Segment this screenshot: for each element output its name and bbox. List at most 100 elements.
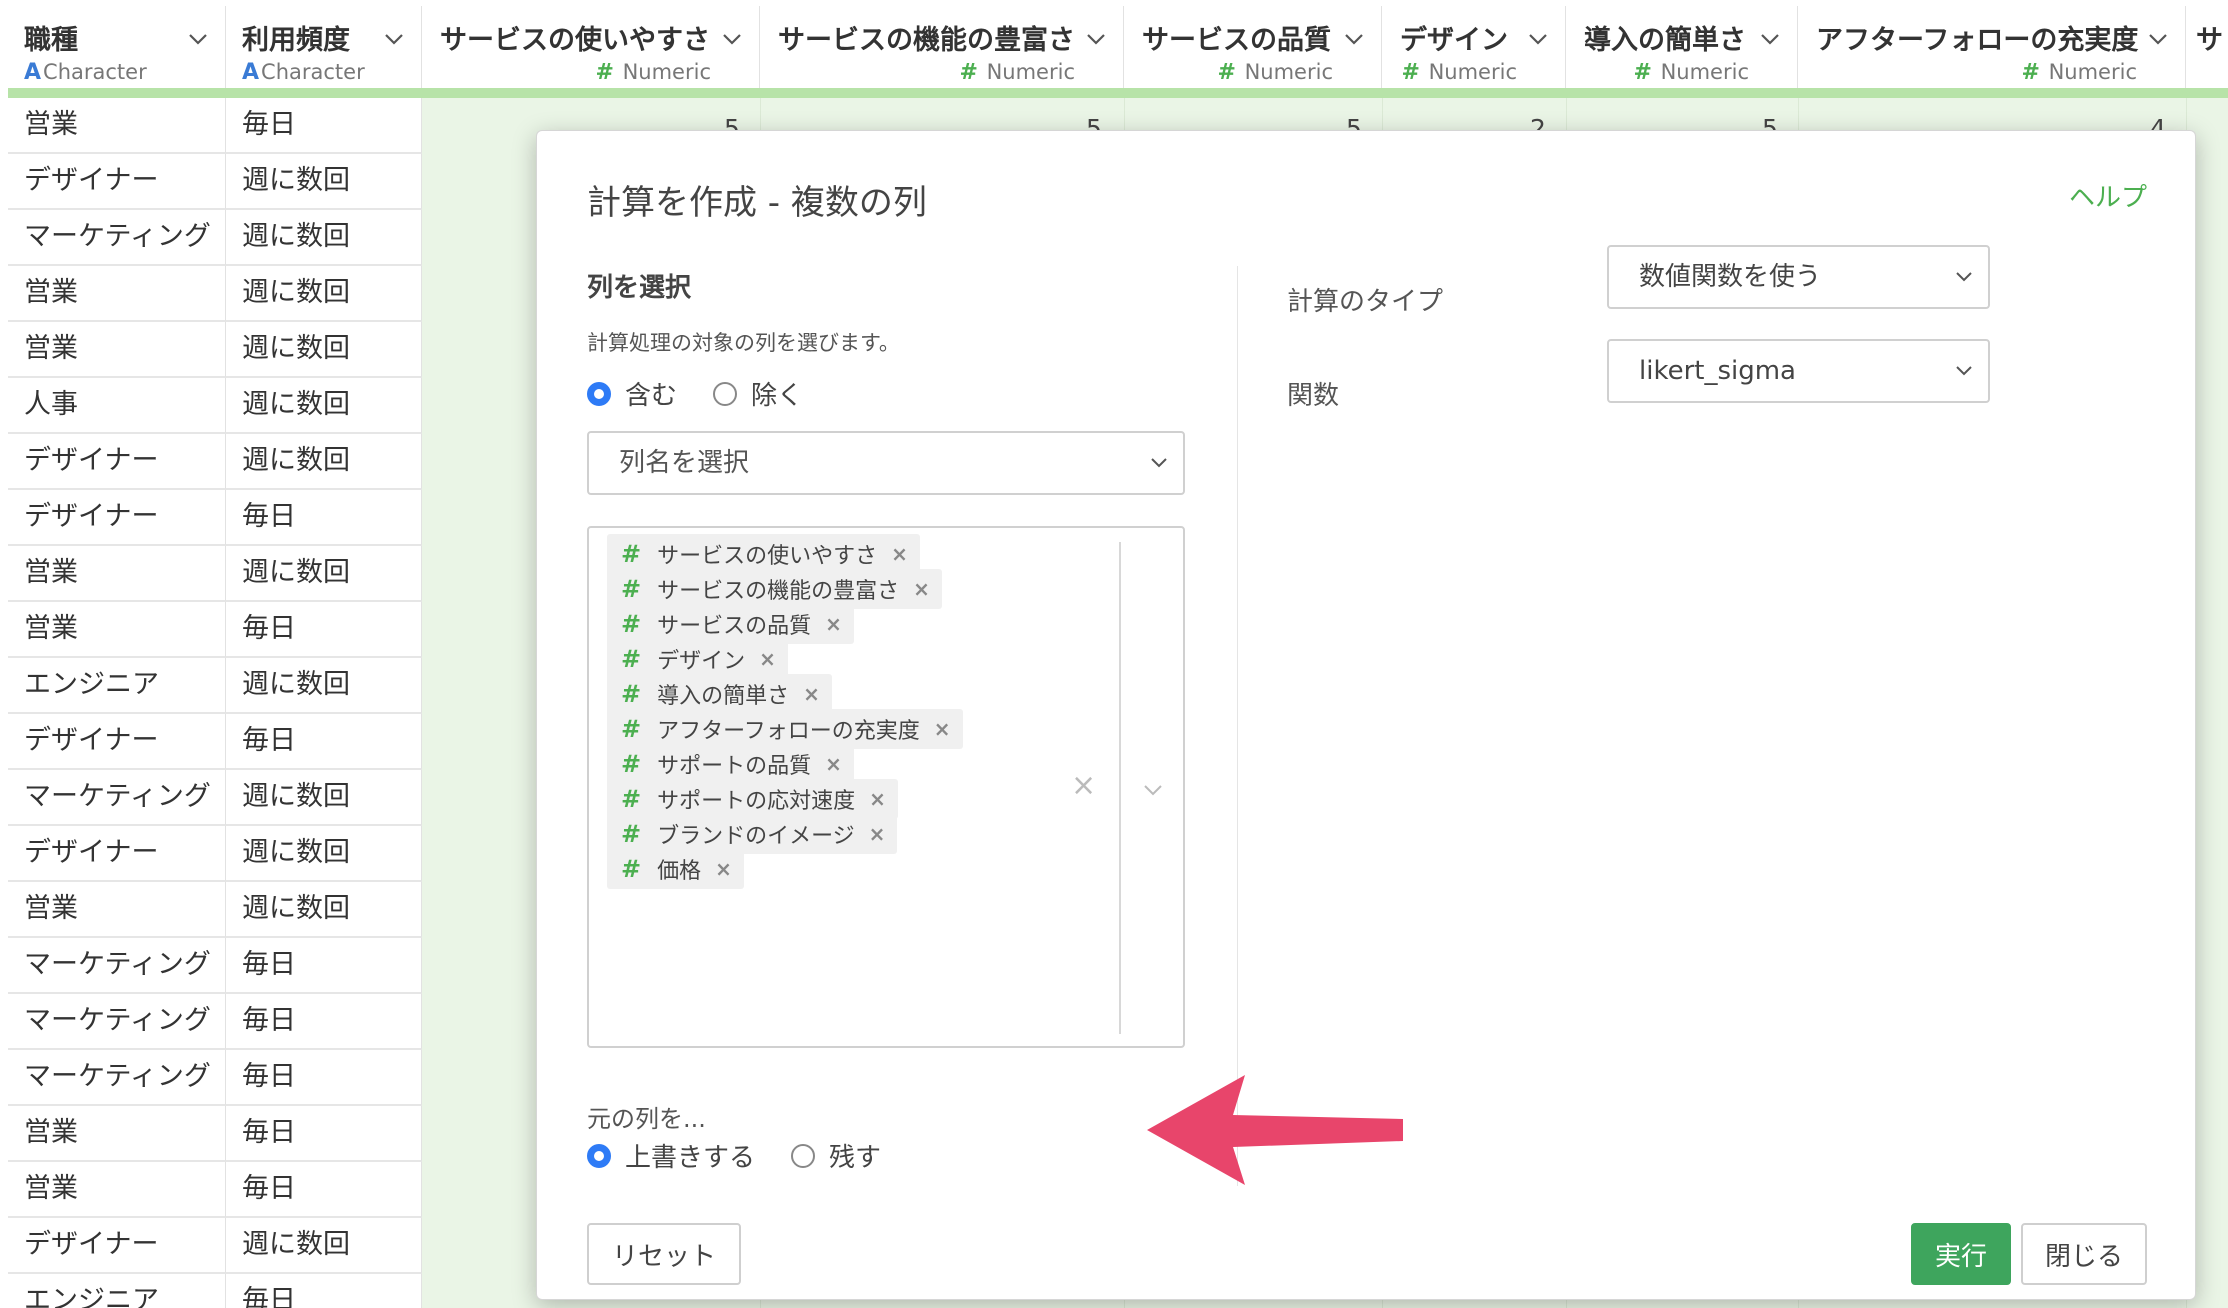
function-select[interactable]: likert_sigma <box>1607 339 1990 403</box>
cell-shokushu[interactable]: デザイナー <box>8 714 226 770</box>
radio-checked-icon[interactable] <box>587 381 611 406</box>
cell-shokushu[interactable]: エンジニア <box>8 658 226 714</box>
column-header-afterfollow[interactable]: アフターフォローの充実度 # Numeric <box>1798 6 2186 88</box>
cell-shokushu[interactable]: マーケティング <box>8 1050 226 1106</box>
cell-riyouhindo[interactable]: 毎日 <box>226 1162 422 1218</box>
remove-tag-icon[interactable]: × <box>825 612 842 636</box>
column-header-kinou[interactable]: サービスの機能の豊富さ # Numeric <box>760 6 1124 88</box>
cell-riyouhindo[interactable]: 毎日 <box>226 1274 422 1308</box>
cell-riyouhindo[interactable]: 毎日 <box>226 938 422 994</box>
remove-tag-icon[interactable]: × <box>869 822 886 846</box>
cell-shokushu[interactable]: マーケティング <box>8 994 226 1050</box>
remove-tag-icon[interactable]: × <box>891 542 908 566</box>
exclude-radio[interactable]: 除く <box>713 375 803 412</box>
chevron-down-icon[interactable] <box>383 28 405 50</box>
radio-unchecked-icon[interactable] <box>791 1143 816 1168</box>
chevron-down-icon[interactable] <box>1759 28 1781 50</box>
cell-shokushu[interactable]: デザイナー <box>8 1218 226 1274</box>
numeric-type-icon: # <box>621 540 642 568</box>
numeric-type-icon: # <box>621 645 642 673</box>
radio-unchecked-icon[interactable] <box>713 381 738 406</box>
cell-riyouhindo[interactable]: 毎日 <box>226 1050 422 1106</box>
clear-all-icon[interactable]: × <box>1071 768 1096 803</box>
run-button[interactable]: 実行 <box>1911 1223 2011 1285</box>
column-select-heading: 列を選択 <box>587 273 692 303</box>
selected-column-tag: # アフターフォローの充実度 × <box>607 709 963 749</box>
cell-shokushu[interactable]: 営業 <box>8 322 226 378</box>
cell-shokushu[interactable]: デザイナー <box>8 154 226 210</box>
chevron-down-icon[interactable] <box>1343 28 1365 50</box>
cell-riyouhindo[interactable]: 毎日 <box>226 714 422 770</box>
cell-riyouhindo[interactable]: 週に数回 <box>226 378 422 434</box>
include-radio[interactable]: 含む <box>587 375 677 412</box>
cell-riyouhindo[interactable]: 週に数回 <box>226 826 422 882</box>
remove-tag-icon[interactable]: × <box>869 787 886 811</box>
column-header-dounyuu[interactable]: 導入の簡単さ # Numeric <box>1566 6 1798 88</box>
cell-shokushu[interactable]: 営業 <box>8 602 226 658</box>
cell-shokushu[interactable]: 営業 <box>8 1106 226 1162</box>
radio-checked-icon[interactable] <box>587 1143 611 1168</box>
cell-riyouhindo[interactable]: 週に数回 <box>226 266 422 322</box>
column-header-design[interactable]: デザイン # Numeric <box>1382 6 1566 88</box>
remove-tag-icon[interactable]: × <box>803 682 820 706</box>
annotation-arrow-icon <box>1147 1075 1403 1185</box>
cell-shokushu[interactable]: マーケティング <box>8 938 226 994</box>
cell-shokushu[interactable]: 人事 <box>8 378 226 434</box>
calc-type-select[interactable]: 数値関数を使う <box>1607 245 1990 309</box>
cell-riyouhindo[interactable]: 週に数回 <box>226 434 422 490</box>
selected-column-tag: # サービスの品質 × <box>607 604 854 644</box>
chevron-down-icon[interactable] <box>187 28 209 50</box>
remove-tag-icon[interactable]: × <box>715 857 732 881</box>
remove-tag-icon[interactable]: × <box>759 647 776 671</box>
remove-tag-icon[interactable]: × <box>825 752 842 776</box>
cell-shokushu[interactable]: デザイナー <box>8 490 226 546</box>
cell-riyouhindo[interactable]: 毎日 <box>226 602 422 658</box>
remove-tag-icon[interactable]: × <box>913 577 930 601</box>
cell-riyouhindo[interactable]: 週に数回 <box>226 322 422 378</box>
chevron-down-icon[interactable] <box>2147 28 2169 50</box>
help-link[interactable]: ヘルプ <box>2069 177 2147 214</box>
numeric-type-icon: # <box>959 60 978 85</box>
cell-shokushu[interactable]: 営業 <box>8 882 226 938</box>
cell-riyouhindo[interactable]: 毎日 <box>226 1106 422 1162</box>
chevron-down-icon[interactable] <box>1141 778 1165 802</box>
cell-riyouhindo[interactable]: 週に数回 <box>226 546 422 602</box>
original-columns-heading: 元の列を... <box>587 1105 706 1133</box>
chevron-down-icon[interactable] <box>1527 28 1549 50</box>
overwrite-radio[interactable]: 上書きする <box>587 1137 755 1174</box>
column-header-riyouhindo[interactable]: 利用頻度 ACharacter <box>226 6 422 88</box>
cell-riyouhindo[interactable]: 週に数回 <box>226 1218 422 1274</box>
cell-shokushu[interactable]: デザイナー <box>8 434 226 490</box>
column-name-select[interactable]: 列名を選択 <box>587 431 1185 495</box>
reset-button[interactable]: リセット <box>587 1223 741 1285</box>
chevron-down-icon[interactable] <box>721 28 743 50</box>
column-header-shokushu[interactable]: 職種 ACharacter <box>8 6 226 88</box>
cell-shokushu[interactable]: マーケティング <box>8 770 226 826</box>
column-header-partial[interactable]: サ <box>2186 6 2228 88</box>
keep-radio[interactable]: 残す <box>791 1137 881 1174</box>
cell-shokushu[interactable]: 営業 <box>8 266 226 322</box>
chevron-down-icon <box>1956 272 1972 282</box>
close-button[interactable]: 閉じる <box>2021 1223 2147 1285</box>
cell-riyouhindo[interactable]: 週に数回 <box>226 154 422 210</box>
column-type: ACharacter <box>24 60 147 85</box>
remove-tag-icon[interactable]: × <box>934 717 951 741</box>
cell-riyouhindo[interactable]: 週に数回 <box>226 882 422 938</box>
cell-shokushu[interactable]: マーケティング <box>8 210 226 266</box>
cell-riyouhindo[interactable]: 週に数回 <box>226 770 422 826</box>
cell-riyouhindo[interactable]: 毎日 <box>226 98 422 154</box>
cell-shokushu[interactable]: 営業 <box>8 1162 226 1218</box>
selected-columns-box[interactable]: # サービスの使いやすさ × # サービスの機能の豊富さ × # サービスの品質 × # デザ… <box>587 526 1185 1048</box>
cell-riyouhindo[interactable]: 週に数回 <box>226 658 422 714</box>
cell-shokushu[interactable]: エンジニア <box>8 1274 226 1308</box>
cell-shokushu[interactable]: 営業 <box>8 98 226 154</box>
cell-shokushu[interactable]: デザイナー <box>8 826 226 882</box>
cell-riyouhindo[interactable]: 週に数回 <box>226 210 422 266</box>
column-header-tsukaiyasusa[interactable]: サービスの使いやすさ # Numeric <box>422 6 760 88</box>
cell-riyouhindo[interactable]: 毎日 <box>226 490 422 546</box>
column-header-hinshitsu[interactable]: サービスの品質 # Numeric <box>1124 6 1382 88</box>
cell-riyouhindo[interactable]: 毎日 <box>226 994 422 1050</box>
cell-shokushu[interactable]: 営業 <box>8 546 226 602</box>
column-type: # Numeric <box>595 60 711 85</box>
chevron-down-icon[interactable] <box>1085 28 1107 50</box>
